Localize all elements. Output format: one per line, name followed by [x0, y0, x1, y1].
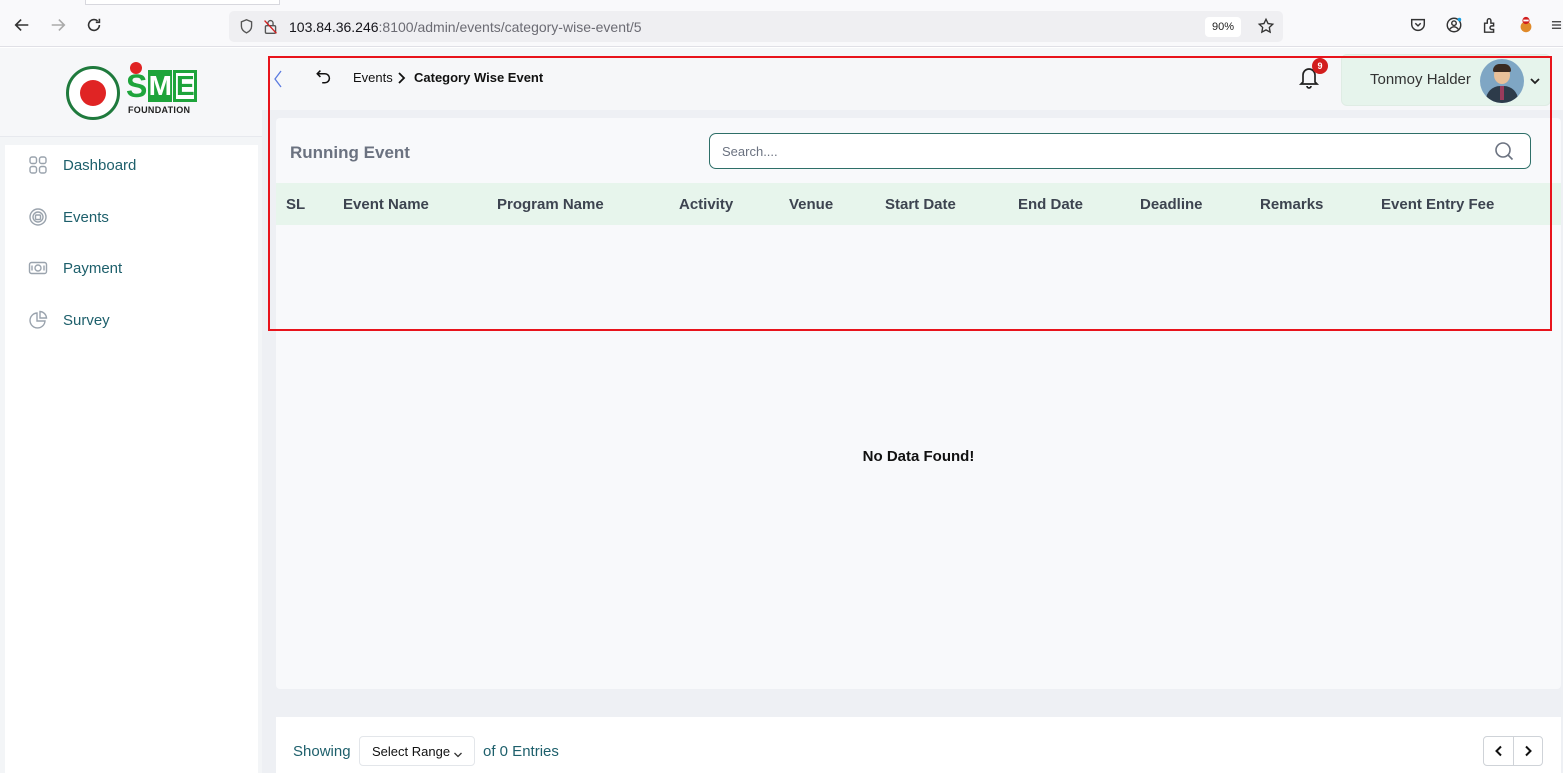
column-header-sl[interactable]: SL [286, 196, 305, 213]
profile-icon[interactable] [1516, 15, 1536, 35]
forward-arrow-icon[interactable] [47, 14, 69, 36]
column-header-deadline[interactable]: Deadline [1140, 196, 1203, 213]
sidebar-item-survey[interactable]: Survey [5, 300, 258, 340]
pocket-icon[interactable] [1408, 15, 1428, 35]
browser-toolbar: 103.84.36.246:8100/admin/events/category… [0, 0, 1563, 47]
bookmark-star-icon[interactable] [1257, 17, 1275, 35]
insecure-lock-icon[interactable] [261, 18, 279, 36]
column-header-event-name[interactable]: Event Name [343, 196, 429, 213]
entries-count: of 0 Entries [483, 743, 559, 760]
user-name: Tonmoy Halder [1370, 71, 1471, 88]
showing-label: Showing [293, 743, 351, 760]
range-select-value: Select Range [372, 744, 451, 759]
column-header-remarks[interactable]: Remarks [1260, 196, 1323, 213]
logo-foundation-text: FOUNDATION [128, 105, 191, 115]
page-title: Running Event [290, 143, 410, 162]
user-menu[interactable]: Tonmoy Halder [1341, 54, 1551, 106]
breadcrumb-current: Category Wise Event [414, 70, 544, 85]
chevron-down-icon [453, 747, 463, 758]
sidebar: S M E FOUNDATION Dashboard Events Paymen… [0, 48, 262, 773]
empty-state-message: No Data Found! [862, 448, 975, 465]
main-content: Events Category Wise Event 9 Tonmoy Hald… [262, 48, 1563, 773]
sme-foundation-logo: S M E FOUNDATION [126, 62, 202, 120]
range-select[interactable]: Select Range [359, 736, 475, 766]
url-text: 103.84.36.246:8100/admin/events/category… [289, 18, 642, 35]
sidebar-collapse-icon[interactable] [272, 68, 284, 90]
shield-icon[interactable] [237, 18, 255, 36]
sidebar-item-dashboard[interactable]: Dashboard [5, 145, 258, 185]
pagination-footer: Showing Select Range of 0 Entries [276, 717, 1561, 773]
column-header-end-date[interactable]: End Date [1018, 196, 1083, 213]
search-input[interactable] [722, 134, 1482, 168]
account-icon[interactable] [1444, 15, 1464, 35]
events-card: Running Event SL Event Name Program Name… [276, 118, 1561, 689]
back-arrow-icon[interactable] [11, 14, 33, 36]
sidebar-item-payment[interactable]: Payment [5, 248, 258, 288]
events-icon [27, 206, 49, 228]
undo-back-icon[interactable] [315, 67, 335, 87]
column-header-event-entry-fee[interactable]: Event Entry Fee [1381, 196, 1494, 213]
sidebar-item-label: Payment [63, 259, 123, 277]
reload-icon[interactable] [83, 14, 105, 36]
sidebar-item-events[interactable]: Events [5, 197, 258, 237]
address-bar[interactable]: 103.84.36.246:8100/admin/events/category… [229, 11, 1283, 42]
column-header-activity[interactable]: Activity [679, 196, 733, 213]
breadcrumb-events[interactable]: Events [353, 70, 393, 85]
zoom-level[interactable]: 90% [1204, 17, 1241, 37]
government-seal-logo [66, 66, 120, 120]
sidebar-item-label: Dashboard [63, 156, 137, 174]
chevron-left-icon [1494, 745, 1502, 757]
search-icon[interactable] [1494, 141, 1514, 161]
column-header-start-date[interactable]: Start Date [885, 196, 956, 213]
sidebar-item-label: Events [63, 208, 109, 226]
active-tab[interactable] [85, 0, 280, 5]
next-page-button[interactable] [1513, 737, 1542, 765]
avatar [1480, 59, 1524, 103]
grid-icon [27, 154, 49, 176]
table-header: SL Event Name Program Name Activity Venu… [276, 183, 1561, 225]
top-header: Events Category Wise Event 9 Tonmoy Hald… [262, 48, 1563, 110]
menu-icon[interactable] [1550, 15, 1563, 35]
pie-chart-icon [27, 309, 49, 331]
previous-page-button[interactable] [1484, 737, 1513, 765]
sidebar-item-label: Survey [63, 311, 110, 329]
sidebar-menu: Dashboard Events Payment Survey [5, 145, 258, 773]
logo-area[interactable]: S M E FOUNDATION [0, 48, 262, 137]
pagination-controls [1483, 736, 1543, 766]
payment-icon [27, 257, 49, 279]
search-field[interactable] [709, 133, 1531, 169]
chevron-down-icon[interactable] [1529, 74, 1541, 86]
column-header-program-name[interactable]: Program Name [497, 196, 604, 213]
chevron-right-icon [1525, 745, 1532, 757]
notification-count-badge: 9 [1312, 58, 1328, 74]
extensions-icon[interactable] [1480, 15, 1500, 35]
column-header-venue[interactable]: Venue [789, 196, 833, 213]
chevron-right-icon [396, 71, 406, 85]
